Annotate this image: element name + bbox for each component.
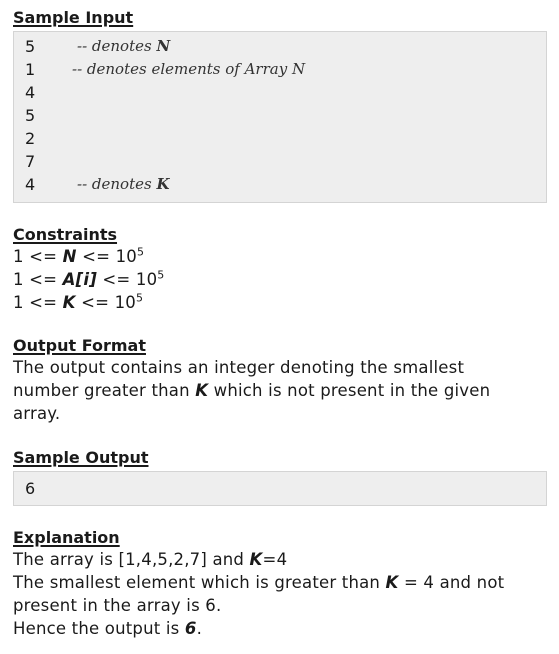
constraint-exponent: 5: [157, 268, 165, 282]
sample-input-row: 7: [14, 150, 546, 173]
explanation-var: K: [385, 573, 399, 592]
input-comment-var: K: [156, 175, 170, 193]
constraint-suffix: <= 10: [76, 247, 137, 266]
input-value: 7: [25, 152, 36, 171]
constraint-prefix: 1 <=: [13, 270, 63, 289]
output-format-text: The output contains an integer denoting …: [13, 356, 533, 425]
constraint-k: 1 <= K <= 105: [13, 291, 547, 314]
sample-input-row: 4 -- denotes K: [14, 173, 546, 196]
sample-output-value: 6: [25, 479, 36, 498]
output-format-heading: Output Format: [13, 336, 146, 355]
constraint-n: 1 <= N <= 105: [13, 245, 547, 268]
input-comment-var: N: [156, 37, 171, 55]
constraint-exponent: 5: [135, 291, 144, 305]
sample-output-box: 6: [13, 471, 547, 506]
sample-input-row: 4: [14, 81, 546, 104]
output-format-var: K: [195, 381, 209, 400]
explanation-text: Hence the output is: [13, 619, 185, 638]
input-comment: -- denotes elements of Array N: [72, 58, 305, 81]
explanation-var: K: [249, 550, 263, 569]
input-value: 4: [25, 83, 36, 102]
sample-input-rows: 5 -- denotes N 1 -- denotes elements of Arr…: [14, 35, 546, 196]
problem-statement: Sample Input 5 -- denotes N 1 -- denotes el…: [13, 0, 547, 640]
constraint-exponent: 5: [137, 245, 145, 259]
input-comment-text: -- denotes: [77, 175, 157, 193]
input-comment-text: -- denotes elements of Array N: [72, 60, 306, 78]
explanation-line-3: Hence the output is 6.: [13, 617, 547, 640]
input-comment: -- denotes N: [77, 35, 170, 58]
explanation-text: .: [196, 619, 203, 638]
sample-input-row: 5 -- denotes N: [14, 35, 546, 58]
constraints-heading: Constraints: [13, 225, 118, 244]
sample-input-row: 5: [14, 104, 546, 127]
sample-input-box: 5 -- denotes N 1 -- denotes elements of Arr…: [13, 31, 547, 203]
input-value: 4: [25, 175, 36, 194]
constraint-var: N: [62, 247, 77, 266]
explanation-line-2: The smallest element which is greater th…: [13, 571, 533, 617]
sample-output-heading: Sample Output: [13, 448, 149, 467]
constraints-list: 1 <= N <= 105 1 <= A[i] <= 105 1 <= K <=…: [13, 245, 547, 314]
input-comment: -- denotes K: [77, 173, 170, 196]
explanation-text: The array is [1,4,5,2,7] and: [13, 550, 250, 569]
constraint-suffix: <= 10: [96, 270, 158, 289]
input-value: 5: [25, 106, 36, 125]
input-value: 1: [25, 60, 36, 79]
sample-input-heading: Sample Input: [13, 8, 134, 27]
input-value: 5: [25, 37, 36, 56]
constraint-var: K: [62, 293, 76, 312]
sample-input-row: 2: [14, 127, 546, 150]
sample-output-row: 6: [14, 472, 546, 505]
constraint-var: A[i]: [62, 270, 97, 289]
input-comment-text: -- denotes: [77, 37, 157, 55]
sample-input-row: 1 -- denotes elements of Array N: [14, 58, 546, 81]
input-value: 2: [25, 129, 36, 148]
explanation-line-1: The array is [1,4,5,2,7] and K=4: [13, 548, 547, 571]
constraint-prefix: 1 <=: [13, 247, 63, 266]
explanation-result: 6: [184, 619, 197, 638]
explanation-text: The smallest element which is greater th…: [13, 573, 386, 592]
constraint-ai: 1 <= A[i] <= 105: [13, 268, 547, 291]
constraint-suffix: <= 10: [75, 293, 136, 312]
explanation-text: =4: [262, 550, 288, 569]
explanation-heading: Explanation: [13, 528, 120, 547]
constraint-prefix: 1 <=: [13, 293, 63, 312]
